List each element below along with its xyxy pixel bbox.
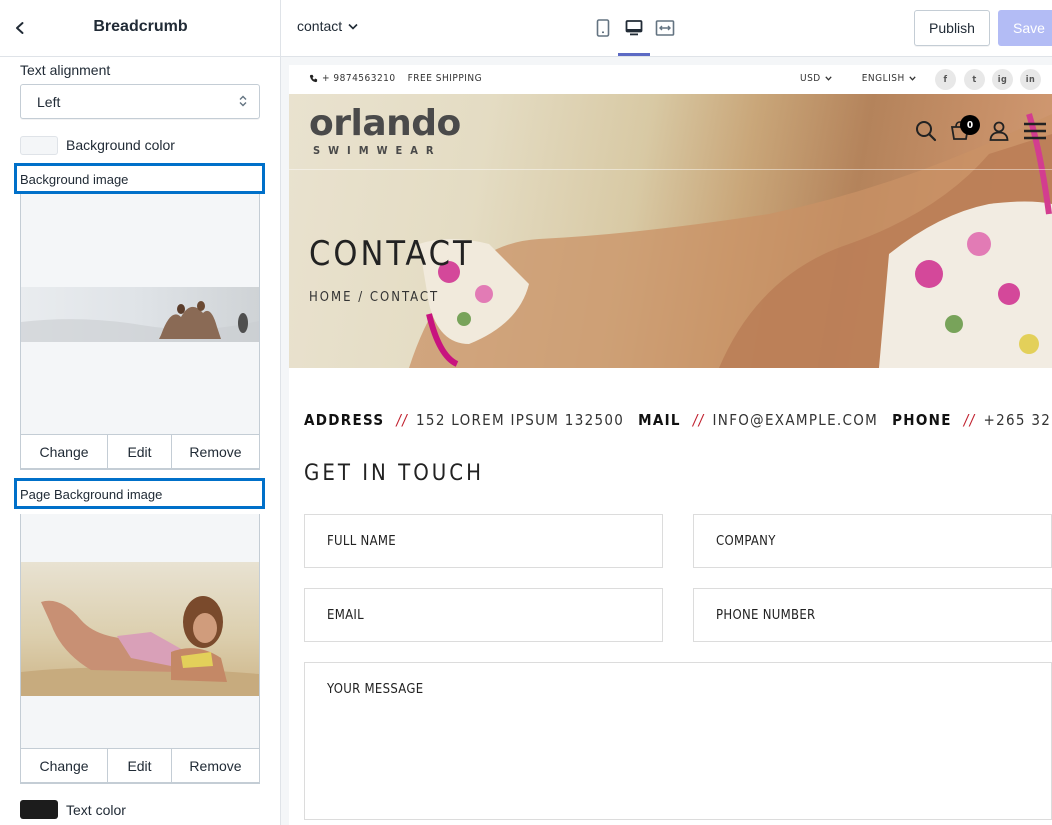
mobile-view-button[interactable] — [591, 16, 615, 40]
separator: // — [396, 411, 409, 429]
full-name-placeholder: FULL NAME — [327, 534, 396, 549]
text-alignment-label: Text alignment — [20, 62, 111, 78]
message-placeholder: YOUR MESSAGE — [327, 682, 424, 697]
select-arrows-icon — [239, 95, 247, 107]
store-phone: + 9874563210 — [322, 73, 396, 84]
settings-sidebar: Breadcrumb Text alignment Left Backgroun… — [0, 0, 281, 825]
full-name-input[interactable]: FULL NAME — [304, 514, 663, 568]
mail-value[interactable]: INFO@EXAMPLE.COM — [713, 411, 879, 429]
page-selector[interactable]: contact — [297, 18, 358, 34]
free-shipping-text: FREE SHIPPING — [407, 73, 483, 84]
theme-editor: Breadcrumb Text alignment Left Backgroun… — [0, 0, 1052, 825]
chevron-down-icon — [909, 76, 916, 81]
save-button[interactable]: Save — [998, 10, 1052, 46]
language-selector[interactable]: ENGLISH — [862, 73, 916, 84]
page-background-image-heading: Page Background image — [14, 478, 265, 509]
mail-label: MAIL — [638, 411, 681, 429]
email-placeholder: EMAIL — [327, 608, 364, 623]
logo-wordmark: orlando — [309, 103, 461, 144]
contact-info-line: ADDRESS // 152 LOREM IPSUM 132500 MAIL // INF… — [304, 411, 1052, 429]
address-value: 152 LOREM IPSUM 132500 — [416, 411, 625, 429]
announcement-bar: + 9874563210 FREE SHIPPING USD ENGLISH f… — [289, 65, 1052, 94]
background-image-edit-button[interactable]: Edit — [108, 435, 172, 468]
editor-topbar: contact Publish Save — [281, 0, 1052, 57]
page-background-image-remove-button[interactable]: Remove — [172, 749, 259, 782]
desktop-icon — [625, 20, 643, 36]
chevron-left-icon — [16, 22, 24, 34]
currency-value: USD — [800, 73, 821, 84]
facebook-icon[interactable]: f — [935, 69, 956, 90]
header-divider — [289, 169, 1052, 170]
cart-button[interactable]: 0 — [947, 115, 980, 144]
chevron-down-icon — [348, 23, 358, 30]
phone-number-placeholder: PHONE NUMBER — [716, 608, 816, 623]
company-placeholder: COMPANY — [716, 534, 776, 549]
text-alignment-value: Left — [37, 94, 61, 110]
mobile-icon — [596, 19, 610, 37]
store-logo[interactable]: orlando SWIMWEAR — [309, 103, 461, 158]
page-selector-label: contact — [297, 18, 343, 34]
publish-button[interactable]: Publish — [914, 10, 990, 46]
hamburger-menu-icon — [1024, 122, 1046, 140]
sidebar-header: Breadcrumb — [0, 0, 280, 57]
page-background-image-change-button[interactable]: Change — [21, 749, 108, 782]
text-color-swatch[interactable] — [20, 800, 58, 819]
page-background-image-edit-button[interactable]: Edit — [108, 749, 172, 782]
twitter-icon[interactable]: t — [964, 69, 985, 90]
chevron-down-icon — [825, 76, 832, 81]
phone-icon — [309, 74, 318, 83]
fullscreen-icon — [655, 20, 675, 36]
address-label: ADDRESS — [304, 411, 385, 429]
phone-label: PHONE — [892, 411, 952, 429]
get-in-touch-heading: GET IN TOUCH — [304, 461, 484, 486]
background-color-label: Background color — [66, 137, 175, 153]
desktop-view-button[interactable] — [622, 16, 646, 40]
background-image-thumbnail — [21, 287, 259, 342]
fullwidth-view-button[interactable] — [653, 16, 677, 40]
linkedin-icon[interactable]: in — [1020, 69, 1041, 90]
sidebar-title: Breadcrumb — [93, 18, 188, 35]
account-button[interactable] — [986, 118, 1012, 144]
preview-frame: + 9874563210 FREE SHIPPING USD ENGLISH f… — [281, 57, 1052, 825]
separator: // — [963, 411, 976, 429]
background-image-actions: Change Edit Remove — [20, 434, 260, 469]
menu-button[interactable] — [1022, 118, 1048, 144]
logo-tagline: SWIMWEAR — [313, 144, 442, 157]
breadcrumb-banner: orlando SWIMWEAR 0 CONTACT HOME / CONTAC… — [289, 94, 1052, 368]
breadcrumb: HOME / CONTACT — [309, 290, 440, 305]
background-image-remove-button[interactable]: Remove — [172, 435, 259, 468]
search-icon — [916, 121, 937, 142]
language-value: ENGLISH — [861, 73, 905, 84]
background-image-heading: Background image — [14, 163, 265, 194]
instagram-icon[interactable]: ig — [992, 69, 1013, 90]
page-background-image-actions: Change Edit Remove — [20, 748, 260, 783]
page-background-image-panel: Change Edit Remove — [20, 514, 260, 784]
separator: // — [692, 411, 705, 429]
page-title: CONTACT — [309, 234, 475, 274]
search-button[interactable] — [913, 118, 939, 144]
text-alignment-select[interactable]: Left — [20, 84, 260, 119]
message-textarea[interactable]: YOUR MESSAGE — [304, 662, 1052, 820]
background-color-swatch[interactable] — [20, 136, 58, 155]
background-image-change-button[interactable]: Change — [21, 435, 108, 468]
page-background-image-thumbnail — [21, 562, 259, 696]
back-button[interactable] — [8, 16, 32, 40]
phone-value: +265 32598 625 — [983, 411, 1052, 429]
currency-selector[interactable]: USD — [800, 73, 832, 84]
email-input[interactable]: EMAIL — [304, 588, 663, 642]
user-icon — [989, 121, 1009, 141]
phone-number-input[interactable]: PHONE NUMBER — [693, 588, 1052, 642]
company-input[interactable]: COMPANY — [693, 514, 1052, 568]
active-view-indicator — [618, 53, 650, 56]
text-color-label: Text color — [66, 802, 126, 818]
cart-count-badge: 0 — [960, 115, 980, 135]
background-image-panel: Change Edit Remove — [20, 194, 260, 470]
storefront-preview: + 9874563210 FREE SHIPPING USD ENGLISH f… — [289, 65, 1052, 825]
